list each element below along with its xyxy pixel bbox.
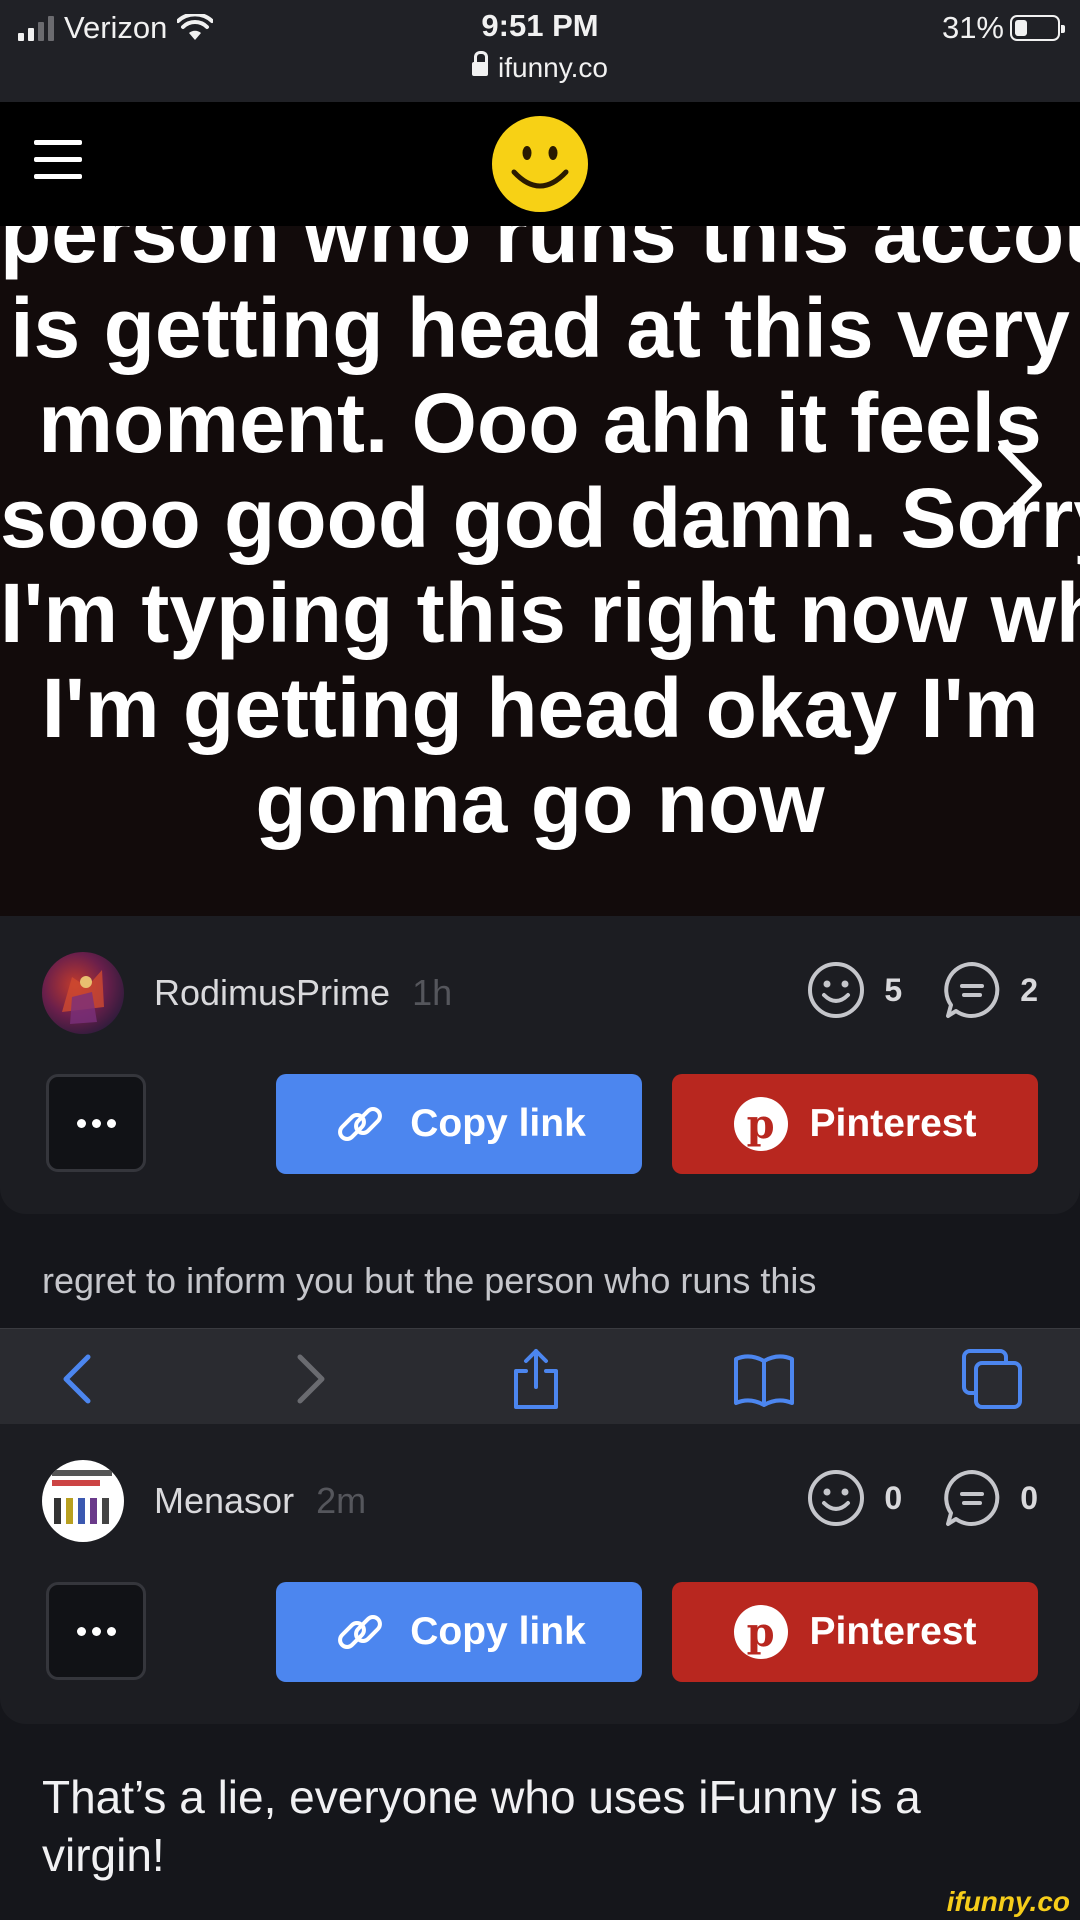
dot	[76, 1626, 86, 1636]
smile-icon[interactable]	[806, 960, 866, 1020]
link-icon	[338, 1107, 383, 1141]
comment-icon[interactable]	[942, 960, 1002, 1020]
pinterest-label: Pinterest	[809, 1102, 977, 1145]
dot	[91, 1118, 101, 1128]
battery-percent: 31%	[941, 10, 1004, 45]
meme-line: gonna go now	[255, 756, 825, 850]
smile-stat[interactable]: 5	[806, 960, 902, 1020]
smile-stat[interactable]: 0	[806, 1468, 902, 1528]
comment-text: regret to inform you but the person who …	[42, 1260, 817, 1301]
smiley-logo-icon[interactable]	[492, 116, 588, 212]
more-button[interactable]	[46, 1582, 146, 1680]
watermark: ifunny.co	[946, 1886, 1070, 1917]
post-card: RodimusPrime 1h 5 2 Copy link p Pinteres…	[0, 916, 1080, 1214]
back-icon[interactable]	[48, 1347, 112, 1411]
pinterest-button[interactable]: p Pinterest	[672, 1582, 1038, 1682]
meme-line: I'm getting head okay I'm	[41, 661, 1039, 755]
bookmarks-icon[interactable]	[732, 1347, 796, 1411]
hamburger-icon[interactable]	[34, 140, 82, 180]
battery-level	[1015, 20, 1028, 36]
meme-image[interactable]: person who runs this account is getting …	[0, 226, 1080, 916]
pinterest-label: Pinterest	[809, 1610, 977, 1653]
pinterest-button[interactable]: p Pinterest	[672, 1074, 1038, 1174]
clock: 9:51 PM	[481, 8, 599, 43]
dot	[106, 1118, 116, 1128]
username[interactable]: Menasor	[154, 1480, 294, 1522]
browser-toolbar	[0, 1328, 1080, 1424]
more-button[interactable]	[46, 1074, 146, 1172]
copy-link-label: Copy link	[410, 1610, 586, 1653]
copy-link-button[interactable]: Copy link	[276, 1074, 642, 1174]
lock-icon	[472, 51, 488, 76]
comment-count: 2	[1020, 971, 1038, 1008]
meme-line: is getting head at this very	[10, 281, 1070, 375]
status-bar: Verizon 9:51 PM ifunny.co 31%	[0, 0, 1080, 102]
comment-stat[interactable]: 2	[942, 960, 1038, 1020]
post-stats: 5 2	[766, 960, 1038, 1020]
address-bar[interactable]: ifunny.co	[0, 51, 1080, 84]
chevron-right-icon[interactable]	[990, 440, 1050, 530]
comment-count: 0	[1020, 1479, 1038, 1516]
post-author[interactable]: RodimusPrime 1h	[42, 952, 452, 1034]
post-card: Menasor 2m 0 0 Copy link p Pinterest	[0, 1424, 1080, 1724]
meme-line: sooo good god damn. Sorry	[0, 471, 1080, 565]
dot	[91, 1626, 101, 1636]
smile-count: 0	[884, 1479, 903, 1516]
comment-text: That’s a lie, everyone who uses iFunny i…	[42, 1771, 921, 1881]
meme-text: person who runs this account is getting …	[0, 226, 1080, 851]
smile-count: 5	[884, 971, 903, 1008]
comment-stat[interactable]: 0	[942, 1468, 1038, 1528]
post-stats: 0 0	[766, 1468, 1038, 1528]
app-header	[0, 102, 1080, 226]
dot	[106, 1626, 116, 1636]
battery-info: 31%	[941, 8, 1065, 48]
url-text[interactable]: ifunny.co	[498, 52, 608, 83]
tabs-icon[interactable]	[960, 1347, 1024, 1411]
username[interactable]: RodimusPrime	[154, 972, 390, 1014]
pinterest-icon: p	[733, 1605, 788, 1659]
meme-line: person who runs this account	[0, 226, 1080, 280]
post-time: 2m	[316, 1480, 367, 1521]
forward-icon[interactable]	[276, 1347, 340, 1411]
avatar[interactable]	[42, 1460, 124, 1542]
copy-link-button[interactable]: Copy link	[276, 1582, 642, 1682]
avatar[interactable]	[42, 952, 124, 1034]
post-time: 1h	[412, 972, 453, 1013]
share-icon[interactable]	[504, 1347, 568, 1411]
battery-icon	[1010, 15, 1065, 41]
link-icon	[338, 1615, 383, 1649]
post-author[interactable]: Menasor 2m	[42, 1460, 366, 1542]
comment-icon[interactable]	[942, 1468, 1002, 1528]
pinterest-icon: p	[733, 1097, 788, 1151]
meme-line: I'm typing this right now while	[0, 566, 1080, 660]
dot	[76, 1118, 86, 1128]
meme-line: moment. Ooo ahh it feels	[38, 376, 1042, 470]
copy-link-label: Copy link	[410, 1102, 586, 1145]
smile-icon[interactable]	[806, 1468, 866, 1528]
